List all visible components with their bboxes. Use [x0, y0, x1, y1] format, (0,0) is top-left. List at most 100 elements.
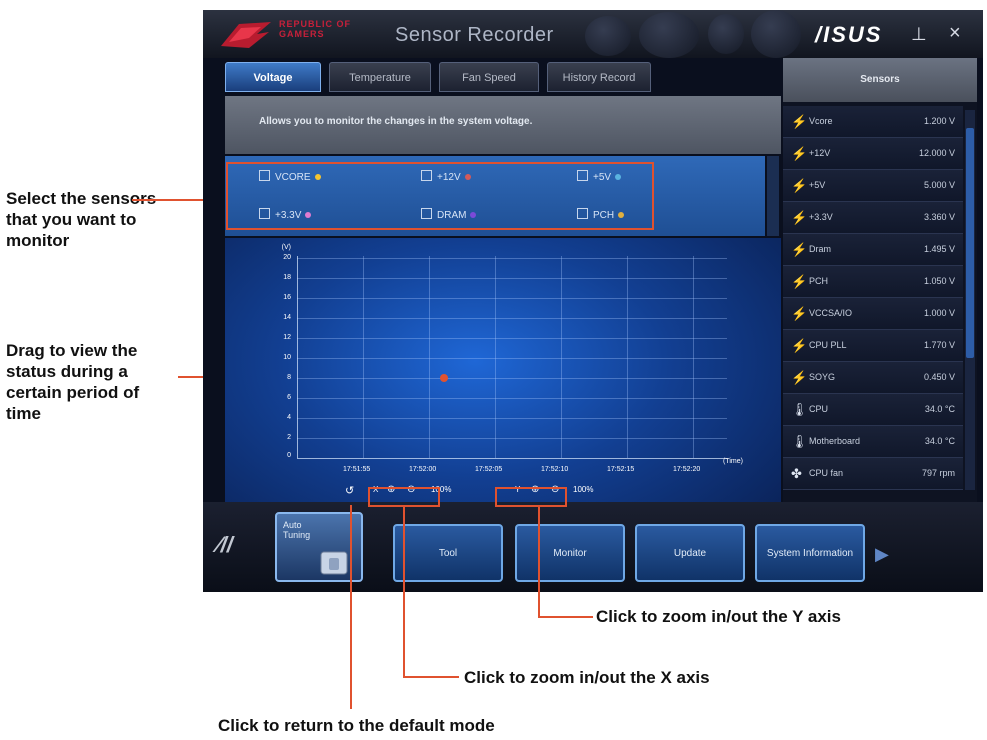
- scrollbar-thumb[interactable]: [966, 128, 974, 358]
- sensor-row-3-3v: ⚡ +3.3V 3.360 V: [783, 202, 963, 234]
- brand-line-2: GAMERS: [279, 29, 325, 39]
- grid-line: [363, 256, 364, 458]
- y-tick: 0: [287, 452, 291, 459]
- y-tick: 14: [283, 314, 291, 321]
- annotation-zoom-x: Click to zoom in/out the X axis: [464, 668, 710, 687]
- grid-line: [297, 378, 727, 379]
- sensor-row-pch: ⚡ PCH 1.050 V: [783, 266, 963, 298]
- system-information-button[interactable]: System Information: [755, 524, 865, 582]
- y-tick: 6: [287, 394, 291, 401]
- voltage-icon: ⚡: [791, 370, 808, 385]
- grid-line: [297, 298, 727, 299]
- tool-button[interactable]: Tool: [393, 524, 503, 582]
- x-tick: 17:52:05: [475, 466, 503, 473]
- voltage-icon: ⚡: [791, 274, 808, 289]
- sensor-value: 34.0 °C: [924, 404, 955, 414]
- monitor-button[interactable]: Monitor: [515, 524, 625, 582]
- y-unit-label: (V): [281, 244, 291, 251]
- voltage-icon: ⚡: [791, 338, 808, 353]
- x-unit-label: (Time): [723, 458, 743, 465]
- sensors-header: Sensors: [783, 58, 977, 102]
- sensor-name: +12V: [809, 148, 831, 158]
- brand-line-1: REPUBLIC OF: [279, 19, 352, 29]
- description-text: Allows you to monitor the changes in the…: [259, 116, 533, 127]
- annotation-select-sensors: Select the sensors that you want to moni…: [6, 189, 157, 250]
- voltage-icon: ⚡: [791, 146, 808, 161]
- annotation-reset: Click to return to the default mode: [218, 716, 495, 735]
- leader-line-reset: [350, 505, 352, 709]
- sensor-row-cpu-temp: 🌡 CPU 34.0 °C: [783, 394, 963, 426]
- grid-line: [297, 318, 727, 319]
- grid-line: [429, 256, 430, 458]
- grid-line: [561, 256, 562, 458]
- sensor-row-vcore: ⚡ Vcore 1.200 V: [783, 106, 963, 138]
- brand-text: REPUBLIC OF GAMERS: [279, 19, 351, 39]
- sensor-name: VCCSA/IO: [809, 308, 853, 318]
- grid-line: [297, 398, 727, 399]
- y-tick: 4: [287, 414, 291, 421]
- leader-line-x-zoom-h: [403, 676, 459, 678]
- sensors-panel: Sensors ⚡ Vcore 1.200 V ⚡ +12V 12.000 V ⚡ +5V…: [783, 58, 977, 552]
- sensor-row-12v: ⚡ +12V 12.000 V: [783, 138, 963, 170]
- sensor-row-cpu-fan: ✤ CPU fan 797 rpm: [783, 458, 963, 490]
- sensor-name: Vcore: [809, 116, 833, 126]
- tab-history-record[interactable]: History Record: [547, 62, 651, 92]
- hand-pointer-icon: [320, 551, 348, 575]
- grid-line: [495, 256, 496, 458]
- sensor-name: Dram: [809, 244, 831, 254]
- voltage-icon: ⚡: [791, 178, 808, 193]
- y-tick: 12: [283, 334, 291, 341]
- sensor-row-dram: ⚡ Dram 1.495 V: [783, 234, 963, 266]
- leader-line-y-zoom-h: [538, 616, 593, 618]
- sensor-value: 797 rpm: [921, 468, 955, 478]
- sensor-value: 1.200 V: [923, 116, 955, 126]
- voltage-icon: ⚡: [791, 114, 808, 129]
- sensor-name: CPU fan: [809, 468, 844, 478]
- y-axis-line: [297, 256, 298, 458]
- titlebar-ornament: [585, 16, 631, 56]
- x-tick: 17:52:10: [541, 466, 569, 473]
- title-bar: REPUBLIC OF GAMERS Sensor Recorder /ISUS…: [203, 10, 983, 58]
- highlight-y-zoom: [495, 487, 567, 507]
- update-button[interactable]: Update: [635, 524, 745, 582]
- auto-tuning-label: Auto Tuning: [283, 520, 311, 540]
- sensor-recorder-window: REPUBLIC OF GAMERS Sensor Recorder /ISUS…: [203, 10, 983, 592]
- app-title: Sensor Recorder: [395, 24, 554, 46]
- grid-line: [297, 358, 727, 359]
- rog-eye-logo-icon: [221, 22, 271, 48]
- thermometer-icon: 🌡: [791, 402, 808, 417]
- x-tick: 17:52:00: [409, 466, 437, 473]
- tab-fan-speed[interactable]: Fan Speed: [439, 62, 539, 92]
- sensor-panel-scrollbar[interactable]: [767, 156, 779, 236]
- drag-marker: [440, 374, 448, 382]
- sensor-value: 1.770 V: [923, 340, 955, 350]
- fan-icon: ✤: [791, 466, 802, 481]
- x-tick: 17:52:15: [607, 466, 635, 473]
- reset-view-icon[interactable]: ↺: [345, 484, 354, 497]
- voltage-icon: ⚡: [791, 306, 808, 321]
- sensor-value: 1.050 V: [923, 276, 955, 286]
- minimize-icon[interactable]: ⊥: [911, 24, 927, 45]
- leader-line-x-zoom: [403, 507, 405, 677]
- y-tick: 8: [287, 374, 291, 381]
- sensor-value: 1.495 V: [923, 244, 955, 254]
- x-axis-line: [297, 458, 727, 459]
- next-arrow-icon[interactable]: ▶: [875, 544, 889, 565]
- sensor-name: +5V: [809, 180, 826, 190]
- y-zoom-percent: 100%: [573, 485, 594, 494]
- sensor-value: 12.000 V: [918, 148, 955, 158]
- sensor-value: 34.0 °C: [924, 436, 955, 446]
- highlight-x-zoom: [368, 487, 440, 507]
- sensor-value: 0.450 V: [923, 372, 955, 382]
- voltage-icon: ⚡: [791, 242, 808, 257]
- highlight-sensor-selection: [226, 162, 654, 230]
- sensors-scrollbar[interactable]: [965, 110, 975, 490]
- y-tick: 10: [283, 354, 291, 361]
- titlebar-ornament: [751, 10, 801, 58]
- tab-temperature[interactable]: Temperature: [329, 62, 431, 92]
- tab-voltage[interactable]: Voltage: [225, 62, 321, 92]
- voltage-icon: ⚡: [791, 210, 808, 225]
- close-icon[interactable]: ×: [949, 22, 961, 45]
- sensor-row-5v: ⚡ +5V 5.000 V: [783, 170, 963, 202]
- sensor-name: CPU PLL: [809, 340, 847, 350]
